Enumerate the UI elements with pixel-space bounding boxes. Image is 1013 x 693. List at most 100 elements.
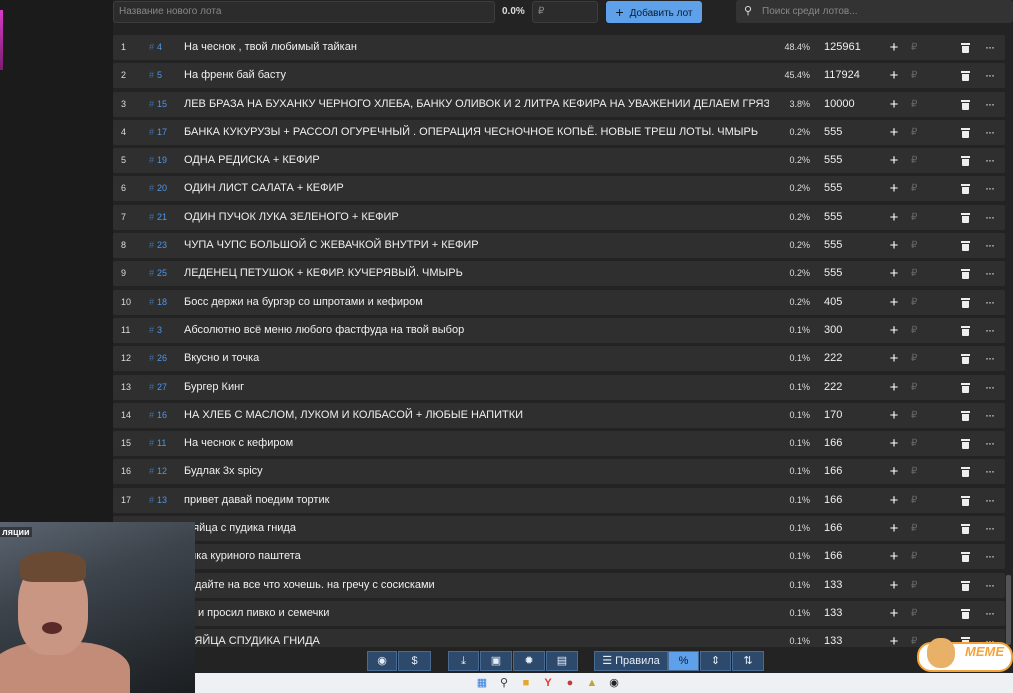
ruble-input[interactable]: ₽ [911, 92, 917, 117]
more-menu-icon[interactable]: ··· [985, 601, 995, 626]
trash-icon[interactable] [961, 71, 971, 82]
add-amount-button[interactable]: + [888, 403, 900, 428]
lot-name[interactable]: ЛЕВ БРАЗА НА БУХАНКУ ЧЕРНОГО ХЛЕБА, БАНК… [184, 92, 769, 117]
trash-icon[interactable] [961, 269, 971, 280]
trash-icon[interactable] [961, 184, 971, 195]
add-amount-button[interactable]: + [888, 601, 900, 626]
ruble-input[interactable]: ₽ [911, 431, 917, 456]
percent-toggle[interactable]: % [668, 651, 699, 671]
lot-amount[interactable]: 555 [824, 261, 874, 286]
lot-amount[interactable]: 166 [824, 488, 874, 513]
file-explorer-icon[interactable]: ■ [519, 676, 533, 690]
more-menu-icon[interactable]: ··· [985, 148, 995, 173]
scrollbar-thumb[interactable] [1006, 575, 1011, 645]
trash-icon[interactable] [961, 99, 971, 110]
rules-button[interactable]: ☰ Правила [594, 651, 668, 671]
lot-name[interactable]: На чеснок , твой любимый тайкан [184, 35, 769, 60]
ruble-input[interactable]: ₽ [911, 120, 917, 145]
add-amount-button[interactable]: + [888, 120, 900, 145]
lot-amount[interactable]: 166 [824, 516, 874, 541]
lot-amount[interactable]: 133 [824, 573, 874, 598]
ruble-input[interactable]: ₽ [911, 290, 917, 315]
trash-icon[interactable] [961, 127, 971, 138]
windows-start-icon[interactable]: ▦ [475, 676, 489, 690]
github-button[interactable]: ◉ [367, 651, 397, 671]
lot-name[interactable]: ОДИН ПУЧОК ЛУКА ЗЕЛЕНОГО + КЕФИР [184, 205, 769, 230]
ruble-input[interactable]: ₽ [911, 375, 917, 400]
add-amount-button[interactable]: + [888, 63, 900, 88]
donate-button[interactable]: $ [398, 651, 431, 671]
new-lot-name-input[interactable]: Название нового лота [113, 1, 495, 23]
lot-name[interactable]: привет давай поедим тортик [184, 488, 769, 513]
add-amount-button[interactable]: + [888, 375, 900, 400]
more-menu-icon[interactable]: ··· [985, 431, 995, 456]
app-icon[interactable]: ◉ [607, 676, 621, 690]
lot-amount[interactable]: 555 [824, 233, 874, 258]
ruble-input[interactable]: ₽ [911, 35, 917, 60]
lot-name[interactable]: БАНКА КУКУРУЗЫ + РАССОЛ ОГУРЕЧНЫЙ . ОПЕР… [184, 120, 769, 145]
more-menu-icon[interactable]: ··· [985, 375, 995, 400]
add-amount-button[interactable]: + [888, 488, 900, 513]
lot-amount[interactable]: 125961 [824, 35, 874, 60]
new-lot-amount-input[interactable]: ₽ [532, 1, 598, 23]
add-amount-button[interactable]: + [888, 261, 900, 286]
more-menu-icon[interactable]: ··· [985, 261, 995, 286]
lot-name[interactable]: А ЯЙЦА СПУДИКА ГНИДА [184, 629, 769, 647]
more-menu-icon[interactable]: ··· [985, 63, 995, 88]
lot-name[interactable]: ЛЕДЕНЕЦ ПЕТУШОК + КЕФИР. КУЧЕРЯВЫЙ. ЧМЫР… [184, 261, 769, 286]
trash-icon[interactable] [961, 467, 971, 478]
add-amount-button[interactable]: + [888, 233, 900, 258]
trash-icon[interactable] [961, 410, 971, 421]
ruble-input[interactable]: ₽ [911, 318, 917, 343]
lot-amount[interactable]: 222 [824, 346, 874, 371]
lot-amount[interactable]: 555 [824, 176, 874, 201]
lot-name[interactable]: НА ХЛЕБ С МАСЛОМ, ЛУКОМ И КОЛБАСОЙ + ЛЮБ… [184, 403, 769, 428]
more-menu-icon[interactable]: ··· [985, 488, 995, 513]
app-icon[interactable]: ● [563, 676, 577, 690]
add-amount-button[interactable]: + [888, 346, 900, 371]
lot-amount[interactable]: 166 [824, 431, 874, 456]
app-icon[interactable]: ▲ [585, 676, 599, 690]
more-menu-icon[interactable]: ··· [985, 120, 995, 145]
trash-icon[interactable] [961, 212, 971, 223]
ruble-input[interactable]: ₽ [911, 601, 917, 626]
lot-amount[interactable]: 170 [824, 403, 874, 428]
add-amount-button[interactable]: + [888, 318, 900, 343]
more-menu-icon[interactable]: ··· [985, 544, 995, 569]
trash-icon[interactable] [961, 354, 971, 365]
ruble-input[interactable]: ₽ [911, 459, 917, 484]
add-amount-button[interactable]: + [888, 544, 900, 569]
add-amount-button[interactable]: + [888, 35, 900, 60]
trash-icon[interactable] [961, 325, 971, 336]
lot-name[interactable]: анка куриного паштета [184, 544, 769, 569]
lot-amount[interactable]: 555 [824, 120, 874, 145]
lot-amount[interactable]: 555 [824, 148, 874, 173]
lot-name[interactable]: ЧУПА ЧУПС БОЛЬШОЙ С ЖЕВАЧКОЙ ВНУТРИ + КЕ… [184, 233, 769, 258]
move-button[interactable]: ⇕ [700, 651, 731, 671]
more-menu-icon[interactable]: ··· [985, 205, 995, 230]
ruble-input[interactable]: ₽ [911, 176, 917, 201]
trash-icon[interactable] [961, 297, 971, 308]
trash-icon[interactable] [961, 552, 971, 563]
search-input[interactable]: ⚲ Поиск среди лотов... [736, 0, 1013, 23]
more-menu-icon[interactable]: ··· [985, 318, 995, 343]
ruble-input[interactable]: ₽ [911, 516, 917, 541]
save-button[interactable]: ▣ [480, 651, 512, 671]
more-menu-icon[interactable]: ··· [985, 346, 995, 371]
ruble-input[interactable]: ₽ [911, 261, 917, 286]
more-menu-icon[interactable]: ··· [985, 459, 995, 484]
lot-name[interactable]: Бургер Кинг [184, 375, 769, 400]
add-lot-button[interactable]: + Добавить лот [606, 1, 702, 23]
sheet-button[interactable]: ▤ [546, 651, 578, 671]
lot-amount[interactable]: 133 [824, 629, 874, 647]
search-icon[interactable]: ⚲ [497, 676, 511, 690]
lot-amount[interactable]: 300 [824, 318, 874, 343]
more-menu-icon[interactable]: ··· [985, 403, 995, 428]
ruble-input[interactable]: ₽ [911, 63, 917, 88]
add-amount-button[interactable]: + [888, 431, 900, 456]
trash-icon[interactable] [961, 241, 971, 252]
more-menu-icon[interactable]: ··· [985, 290, 995, 315]
lot-name[interactable]: ак и просил пивко и семечки [184, 601, 769, 626]
lot-name[interactable]: Босс держи на бургэр со шпротами и кефир… [184, 290, 769, 315]
lot-amount[interactable]: 405 [824, 290, 874, 315]
